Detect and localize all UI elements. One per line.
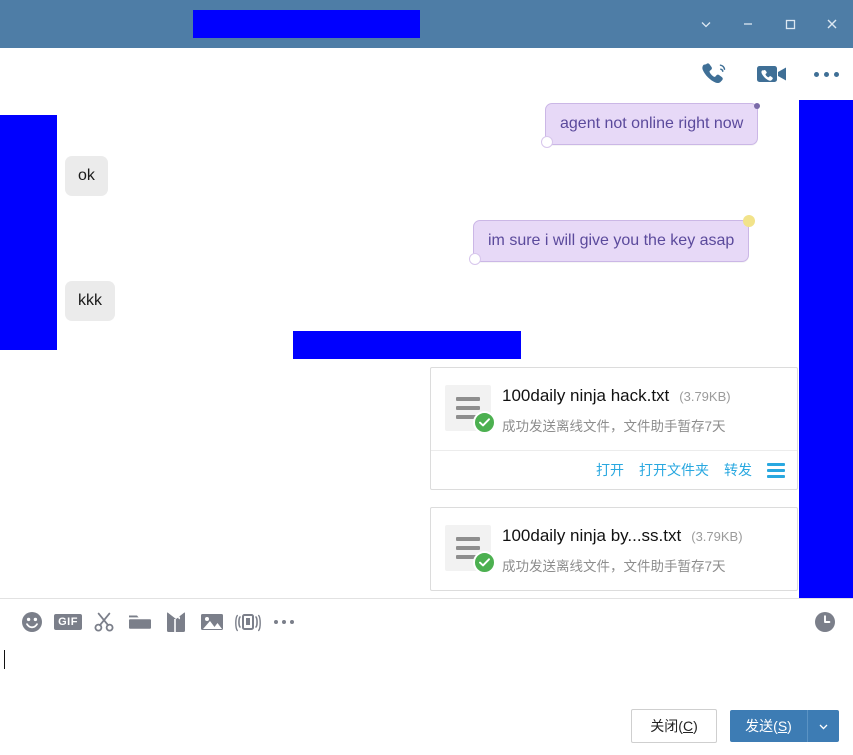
redaction-block-left <box>0 115 57 350</box>
file-size: (3.79KB) <box>691 529 743 544</box>
close-button-key: C <box>682 718 694 734</box>
file-card-body: 100daily ninja hack.txt (3.79KB) 成功发送离线文… <box>431 368 797 450</box>
chevron-down-icon[interactable] <box>685 0 727 48</box>
message-text: agent not online right now <box>560 115 744 132</box>
message-composer: GIF 关闭(C) 发送(S) <box>0 598 853 755</box>
close-button[interactable]: 关闭(C) <box>631 709 717 743</box>
send-button-key: S <box>777 718 788 734</box>
window-controls <box>685 0 853 48</box>
file-name: 100daily ninja by...ss.txt <box>502 526 682 545</box>
emoji-icon[interactable] <box>14 599 50 645</box>
bubble-corner-mark <box>754 103 761 109</box>
message-input[interactable] <box>0 645 853 711</box>
message-text: ok <box>78 167 95 184</box>
redacted-contact-name <box>193 10 420 38</box>
file-transfer-card[interactable]: 100daily ninja hack.txt (3.79KB) 成功发送离线文… <box>430 367 798 490</box>
file-card-actions: 打开 打开文件夹 转发 <box>431 450 797 489</box>
file-status-text: 成功发送离线文件，文件助手暂存7天 <box>502 559 726 574</box>
open-link[interactable]: 打开 <box>596 460 624 480</box>
shake-phone-icon[interactable] <box>230 599 266 645</box>
message-bubble-outgoing[interactable]: agent not online right now <box>541 103 761 148</box>
title-bar <box>0 0 853 48</box>
composer-toolbar: GIF <box>0 599 853 645</box>
message-bubble-incoming[interactable]: kkk <box>65 281 115 321</box>
chat-history-icon[interactable] <box>807 599 843 645</box>
open-folder-link[interactable]: 打开文件夹 <box>639 460 709 480</box>
redaction-block-right <box>799 100 853 598</box>
close-icon[interactable] <box>811 0 853 48</box>
file-card-body: 100daily ninja by...ss.txt (3.79KB) 成功发送… <box>431 508 797 590</box>
redaction-block-middle <box>293 331 521 359</box>
file-icon-wrapper <box>445 525 496 574</box>
file-name-row: 100daily ninja hack.txt (3.79KB) <box>502 386 783 406</box>
file-name: 100daily ninja hack.txt <box>502 386 670 405</box>
composer-toolbar-right <box>807 599 843 645</box>
send-button[interactable]: 发送(S) <box>730 710 807 742</box>
send-options-chevron-icon[interactable] <box>807 710 839 742</box>
qq-chat-window: agent not online right now ok im sure i … <box>0 0 853 755</box>
forward-link[interactable]: 转发 <box>724 460 752 480</box>
message-bubble-incoming[interactable]: ok <box>65 156 108 196</box>
file-icon-wrapper <box>445 385 496 434</box>
red-packet-icon[interactable] <box>158 599 194 645</box>
file-name-row: 100daily ninja by...ss.txt (3.79KB) <box>502 526 783 546</box>
close-button-prefix: 关闭( <box>650 718 683 734</box>
message-text: kkk <box>78 292 102 309</box>
file-details: 100daily ninja by...ss.txt (3.79KB) 成功发送… <box>502 525 783 575</box>
file-details: 100daily ninja hack.txt (3.79KB) 成功发送离线文… <box>502 385 783 435</box>
video-call-icon[interactable] <box>756 62 788 86</box>
screenshot-scissors-icon[interactable] <box>86 599 122 645</box>
chat-header-actions <box>700 48 839 100</box>
message-bubble-outgoing[interactable]: im sure i will give you the key asap <box>469 215 756 265</box>
more-tools-icon[interactable] <box>266 599 302 645</box>
more-options-icon[interactable] <box>814 71 839 77</box>
voice-call-icon[interactable] <box>700 61 730 87</box>
text-caret <box>4 650 5 669</box>
chat-header <box>0 48 853 100</box>
bubble-tail <box>541 136 553 148</box>
message-list[interactable]: agent not online right now ok im sure i … <box>0 100 853 598</box>
message-text: im sure i will give you the key asap <box>488 232 735 249</box>
maximize-icon[interactable] <box>769 0 811 48</box>
folder-icon[interactable] <box>122 599 158 645</box>
file-transfer-card[interactable]: 100daily ninja by...ss.txt (3.79KB) 成功发送… <box>430 507 798 591</box>
image-icon[interactable] <box>194 599 230 645</box>
send-button-prefix: 发送( <box>745 718 778 734</box>
file-status-text: 成功发送离线文件，文件助手暂存7天 <box>502 419 726 434</box>
minimize-icon[interactable] <box>727 0 769 48</box>
file-size: (3.79KB) <box>679 389 731 404</box>
success-check-icon <box>473 551 496 574</box>
bubble-tail <box>469 253 481 265</box>
gif-label: GIF <box>54 614 82 630</box>
gif-icon[interactable]: GIF <box>50 599 86 645</box>
success-check-icon <box>473 411 496 434</box>
composer-buttons: 关闭(C) 发送(S) <box>631 709 839 743</box>
send-button-group: 发送(S) <box>730 710 839 742</box>
file-menu-icon[interactable] <box>767 462 785 478</box>
bubble-status-mark <box>743 215 756 227</box>
send-button-suffix: ) <box>787 718 792 734</box>
close-button-suffix: ) <box>693 718 698 734</box>
